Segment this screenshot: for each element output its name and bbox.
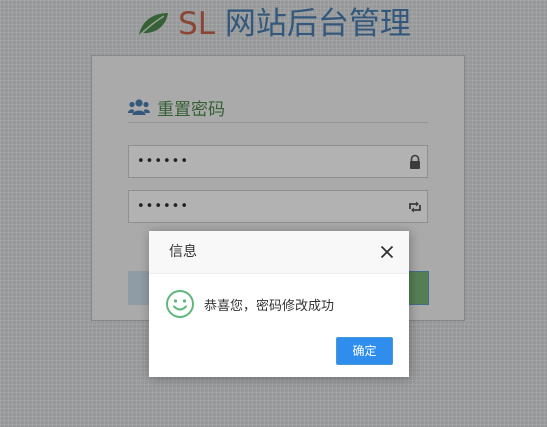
- smile-icon: [166, 290, 194, 318]
- dialog-message: 恭喜您，密码修改成功: [204, 298, 335, 314]
- info-dialog: 信息 恭喜您，密码修改成功 确定: [149, 231, 409, 377]
- confirm-button[interactable]: 确定: [336, 337, 393, 365]
- close-icon[interactable]: [379, 244, 395, 260]
- dialog-body: 恭喜您，密码修改成功: [165, 289, 399, 319]
- dialog-header: 信息: [149, 231, 409, 274]
- dialog-title: 信息: [169, 244, 197, 260]
